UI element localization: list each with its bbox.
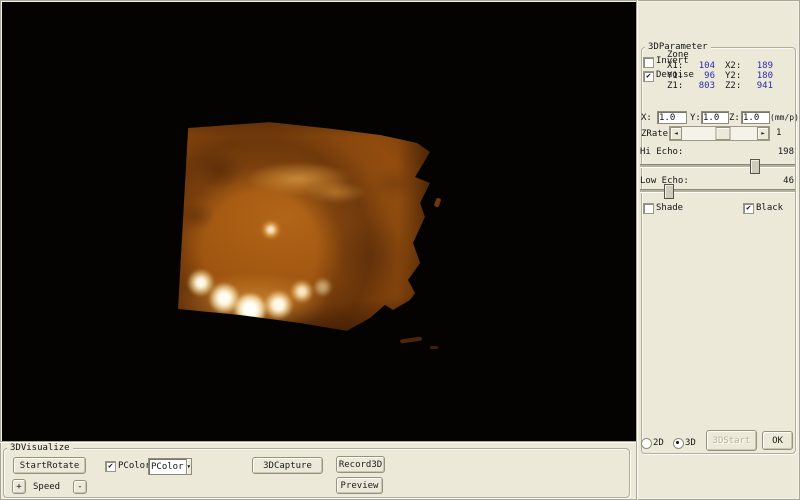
black-label: Black [756, 203, 783, 213]
capture-3d-button[interactable]: 3DCapture [252, 457, 323, 474]
black-checkbox[interactable]: ✔ [743, 203, 754, 214]
scale-y-input[interactable] [701, 111, 729, 124]
hi-echo-value: 198 [778, 147, 794, 157]
start3d-button[interactable]: 3DStart [706, 430, 757, 451]
zone-y1-label: Y1: [667, 71, 683, 81]
scale-y-label: Y: [690, 113, 701, 123]
visualize-panel: 3DVisualize StartRotate + Speed - ✔ PCol… [0, 441, 636, 500]
visualize-group-label: 3DVisualize [7, 443, 73, 453]
speed-plus-button[interactable]: + [12, 479, 26, 494]
scale-x-input[interactable] [657, 111, 687, 124]
zone-x2-value: 189 [745, 61, 773, 71]
pcolor-dropdown-value: PColor [149, 462, 186, 472]
pcolor-dropdown[interactable]: PColor ▼ [148, 458, 192, 475]
mode-3d-label: 3D [685, 438, 696, 448]
zone-x1-value: 104 [687, 61, 715, 71]
ultrasound-speck [434, 197, 442, 207]
parameter-panel: 3DParameter ✔ Invert ✔ Denoise Zone X1: … [636, 0, 800, 500]
scale-z-input[interactable] [741, 111, 770, 124]
mode-2d-label: 2D [653, 438, 664, 448]
ultrasound-render [178, 120, 431, 335]
shade-checkbox[interactable]: ✔ [643, 203, 654, 214]
start-rotate-button[interactable]: StartRotate [13, 457, 86, 474]
zrate-thumb[interactable] [716, 127, 731, 140]
scroll-left-icon[interactable]: ◄ [670, 127, 682, 140]
check-icon: ✔ [746, 204, 751, 212]
hi-echo-slider[interactable] [640, 164, 795, 168]
record-3d-button[interactable]: Record3D [336, 456, 385, 473]
low-echo-value: 46 [783, 176, 794, 186]
hi-echo-thumb[interactable] [750, 159, 760, 174]
preview-button[interactable]: Preview [336, 477, 383, 494]
zone-x1-label: X1: [667, 61, 683, 71]
zone-y1-value: 96 [687, 71, 715, 81]
scroll-right-icon[interactable]: ► [757, 127, 769, 140]
ultrasound-texture [175, 117, 434, 338]
scale-z-label: Z: [729, 113, 740, 123]
speed-label: Speed [33, 482, 60, 492]
ultrasound-speck [430, 346, 438, 349]
mode-2d-radio[interactable] [641, 438, 652, 449]
zone-x2-label: X2: [725, 61, 741, 71]
zrate-track[interactable] [682, 127, 757, 140]
scale-unit-label: (mm/p) [770, 113, 799, 123]
pcolor-checkbox[interactable]: ✔ [105, 461, 116, 472]
zone-z2-value: 941 [745, 81, 773, 91]
dropdown-arrow-icon[interactable]: ▼ [186, 459, 191, 474]
ultrasound-speck [400, 336, 422, 343]
speed-minus-button[interactable]: - [73, 480, 87, 494]
app-window: 3DParameter ✔ Invert ✔ Denoise Zone X1: … [0, 0, 800, 500]
viewport [2, 2, 636, 441]
zone-z1-value: 803 [687, 81, 715, 91]
low-echo-slider[interactable] [640, 189, 795, 193]
zrate-label: ZRate [641, 129, 668, 139]
pcolor-label: PColor [118, 461, 151, 471]
check-icon: ✔ [646, 72, 651, 80]
denoise-checkbox[interactable]: ✔ [643, 71, 654, 82]
scale-x-label: X: [641, 113, 652, 123]
zone-z1-label: Z1: [667, 81, 683, 91]
check-icon: ✔ [108, 462, 113, 470]
hi-echo-label: Hi Echo: [640, 147, 683, 157]
invert-checkbox[interactable]: ✔ [643, 57, 654, 68]
mode-3d-radio[interactable] [673, 438, 684, 449]
parameter-groupbox [641, 47, 796, 454]
zone-z2-label: Z2: [725, 81, 741, 91]
zrate-value: 1 [776, 128, 781, 138]
zrate-scrollbar[interactable]: ◄ ► [669, 126, 770, 141]
shade-label: Shade [656, 203, 683, 213]
low-echo-thumb[interactable] [664, 184, 674, 199]
zone-y2-label: Y2: [725, 71, 741, 81]
zone-y2-value: 180 [745, 71, 773, 81]
zone-label: Zone [667, 50, 689, 60]
ok-button[interactable]: OK [762, 431, 793, 450]
